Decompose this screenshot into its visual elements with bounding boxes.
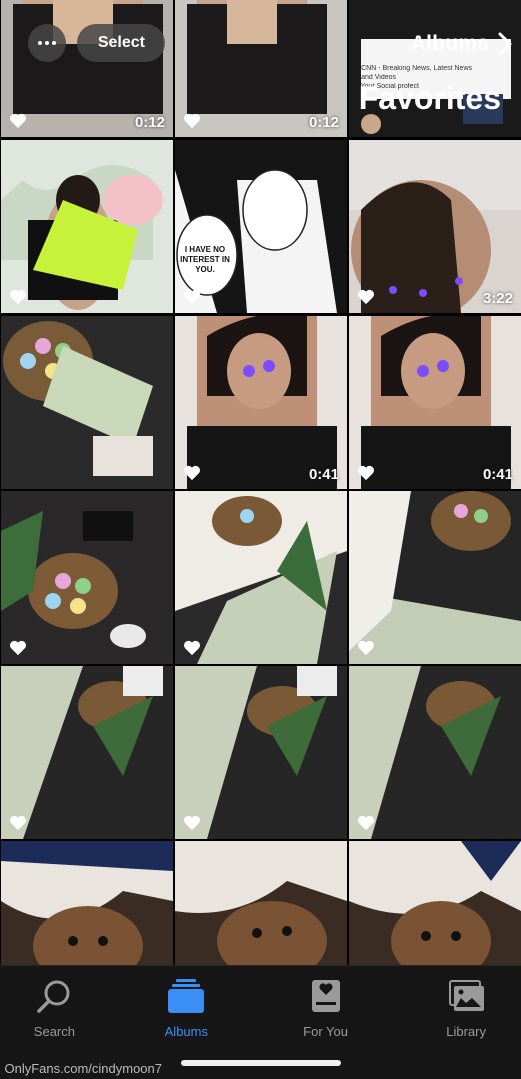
tile-image (1, 666, 173, 839)
tab-albums[interactable]: Albums (131, 976, 241, 1048)
tile-image (175, 491, 347, 664)
select-button-label: Select (97, 34, 145, 51)
video-thumbnail[interactable]: 3:22 (349, 140, 521, 313)
video-thumbnail[interactable]: 0:12 (175, 0, 347, 137)
tab-for-you[interactable]: For You (271, 976, 381, 1048)
photo-thumbnail[interactable] (1, 666, 173, 839)
tile-image (1, 491, 173, 664)
select-button[interactable]: Select (77, 24, 165, 62)
tile-image (349, 140, 521, 313)
video-thumbnail[interactable]: 0:12 (1, 0, 173, 137)
photo-thumbnail[interactable]: CNN - Breaking News, Latest News and Vid… (349, 0, 521, 137)
tab-label: Search (33, 1024, 75, 1039)
tile-image (1, 140, 173, 313)
photo-thumbnail[interactable] (175, 666, 347, 839)
back-button[interactable]: Albums (383, 24, 513, 64)
tab-label: For You (303, 1024, 349, 1039)
for-you-icon (304, 976, 348, 1016)
photo-thumbnail[interactable] (1, 491, 173, 664)
albums-icon (164, 976, 208, 1016)
photo-thumbnail[interactable] (175, 491, 347, 664)
feed-text: Your Social profect (361, 83, 420, 90)
heart-icon (184, 289, 200, 305)
video-duration: 0:12 (308, 114, 339, 131)
tab-label: Albums (164, 1024, 208, 1039)
heart-icon (10, 289, 26, 305)
ellipsis-icon (38, 41, 56, 45)
video-duration: 0:41 (308, 466, 339, 483)
feed-text: CNN - Breaking News, Latest News (361, 65, 472, 72)
photo-thumbnail[interactable]: I HAVE NO INTEREST IN YOU. (175, 140, 347, 313)
watermark-text: OnlyFans.com/cindymoon7 (4, 1061, 162, 1076)
photo-thumbnail[interactable] (349, 666, 521, 839)
video-thumbnail[interactable]: 0:41 (175, 316, 347, 489)
video-thumbnail[interactable]: 0:41 (349, 316, 521, 489)
watermark: OnlyFans.com/cindymoon7 (4, 1061, 162, 1076)
manga-speech-text: I HAVE NO INTEREST IN YOU. (180, 245, 230, 274)
video-duration: 0:41 (482, 466, 513, 483)
tile-image (349, 316, 521, 489)
heart-icon (184, 465, 200, 481)
tile-image (175, 316, 347, 489)
photo-thumbnail[interactable] (1, 316, 173, 489)
tab-search[interactable]: Search (0, 976, 109, 1048)
tile-image (349, 666, 521, 839)
heart-icon (358, 289, 374, 305)
heart-icon (358, 465, 374, 481)
photo-thumbnail[interactable] (349, 491, 521, 664)
photo-thumbnail[interactable] (1, 140, 173, 313)
home-indicator[interactable] (181, 1060, 341, 1066)
heart-icon (358, 815, 374, 831)
video-duration: 0:12 (134, 114, 165, 131)
tile-image (1, 316, 173, 489)
heart-icon (358, 640, 374, 656)
heart-icon (10, 113, 26, 129)
tab-library[interactable]: Library (411, 976, 521, 1048)
tile-image (349, 491, 521, 664)
video-duration: 3:22 (482, 290, 513, 307)
feed-text: and Videos (361, 74, 396, 81)
search-icon (32, 976, 76, 1016)
heart-icon (10, 640, 26, 656)
heart-icon (10, 815, 26, 831)
tab-label: Library (446, 1024, 486, 1039)
tile-image (175, 666, 347, 839)
photo-grid: CNN - Breaking News, Latest News and Vid… (0, 0, 521, 1014)
back-button-label: Albums (410, 32, 489, 55)
more-options-button[interactable] (28, 24, 66, 62)
photo-stack-icon (444, 976, 488, 1016)
heart-icon (184, 640, 200, 656)
tile-image (175, 140, 347, 313)
chevron-left-icon (498, 32, 512, 56)
mirrored-screen: CNN - Breaking News, Latest News and Vid… (0, 0, 521, 1079)
heart-icon (184, 113, 200, 129)
heart-icon (184, 815, 200, 831)
